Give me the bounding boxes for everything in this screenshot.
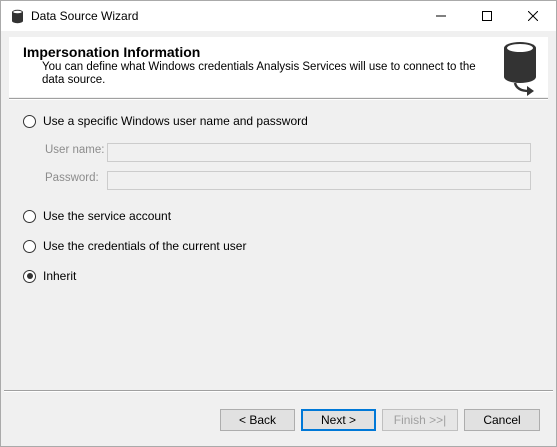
window-title: Data Source Wizard [31,9,139,23]
next-button[interactable]: Next > [301,409,376,431]
option-label: Use the service account [43,209,172,223]
maximize-icon [482,11,492,21]
maximize-button[interactable] [464,1,510,31]
wizard-header: Impersonation Information You can define… [9,37,548,97]
option-specific-user[interactable]: Use a specific Windows user name and pas… [23,113,308,129]
option-current-user[interactable]: Use the credentials of the current user [23,238,246,254]
database-arrow-icon [504,42,536,96]
radio-specific-user[interactable] [23,114,36,128]
password-label: Password: [45,172,99,184]
close-icon [528,11,538,21]
title-bar[interactable]: Data Source Wizard [1,1,556,31]
close-button[interactable] [510,1,556,31]
back-button[interactable]: < Back [220,409,295,431]
database-icon [12,9,23,24]
minimize-button[interactable] [418,1,464,31]
page-title: Impersonation Information [23,44,201,60]
header-divider [9,98,548,100]
username-label: User name: [45,144,105,156]
footer-divider [4,390,553,392]
finish-button[interactable]: Finish >>| [382,409,458,431]
wizard-window: Data Source Wizard Impersonation Informa… [0,0,557,447]
page-description: You can define what Windows credentials … [42,61,476,86]
radio-service-account[interactable] [23,209,36,223]
username-field[interactable] [107,143,531,162]
password-field[interactable] [107,171,531,190]
cancel-button[interactable]: Cancel [464,409,540,431]
option-label: Use the credentials of the current user [43,239,247,253]
option-inherit[interactable]: Inherit [23,268,76,284]
radio-current-user[interactable] [23,239,36,253]
option-label: Use a specific Windows user name and pas… [43,114,308,128]
minimize-icon [436,15,446,17]
option-label: Inherit [43,269,77,283]
radio-inherit[interactable] [23,269,36,283]
option-service-account[interactable]: Use the service account [23,208,171,224]
